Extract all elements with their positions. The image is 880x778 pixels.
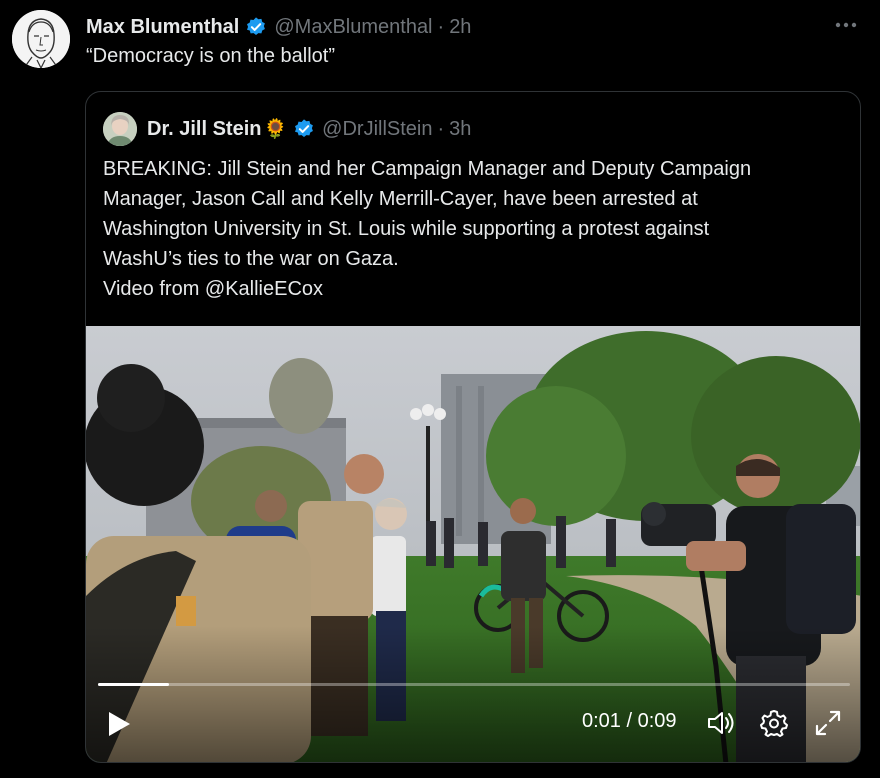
- sunflower-emoji: 🌻: [263, 119, 288, 140]
- video-player[interactable]: 0:01 / 0:09: [86, 326, 860, 762]
- quoted-text-line: Video from @KallieECox: [103, 274, 848, 304]
- quoted-text-line: WashU’s ties to the war on Gaza.: [103, 248, 399, 270]
- video-progress-bar[interactable]: [98, 683, 850, 686]
- quoted-tweet-text: BREAKING: Jill Stein and her Campaign Ma…: [103, 154, 848, 304]
- quoted-text-line: Manager, Jason Call and Kelly Merrill-Ca…: [103, 188, 698, 210]
- quoted-tweet-timestamp[interactable]: 3h: [449, 118, 471, 141]
- tweet-timestamp[interactable]: 2h: [449, 16, 471, 39]
- quoted-author-name[interactable]: Dr. Jill Stein: [147, 118, 261, 141]
- quoted-tweet-card[interactable]: Dr. Jill Stein 🌻 @DrJillStein · 3h BREAK…: [85, 91, 861, 763]
- verified-badge-icon: [247, 17, 266, 35]
- quoted-text-line: BREAKING: Jill Stein and her Campaign Ma…: [103, 158, 752, 180]
- separator-dot: ·: [437, 117, 445, 140]
- current-time: 0:01: [582, 710, 621, 732]
- quoted-author-avatar[interactable]: [103, 112, 137, 146]
- video-progress-fill: [98, 683, 170, 686]
- settings-gear-icon[interactable]: [759, 708, 789, 738]
- verified-badge-icon: [295, 119, 314, 137]
- author-name[interactable]: Max Blumenthal: [86, 16, 239, 39]
- tweet-text: “Democracy is on the ballot”: [86, 45, 335, 67]
- quoted-tweet-header: Dr. Jill Stein 🌻 @DrJillStein · 3h: [103, 112, 471, 146]
- play-icon[interactable]: [106, 710, 132, 738]
- time-separator: /: [626, 710, 633, 732]
- video-frame: [86, 326, 860, 762]
- fullscreen-icon[interactable]: [813, 708, 843, 738]
- video-timecode: 0:01 / 0:09: [582, 710, 677, 733]
- author-handle[interactable]: @MaxBlumenthal: [274, 16, 432, 39]
- volume-icon[interactable]: [706, 708, 736, 738]
- quoted-author-handle[interactable]: @DrJillStein: [322, 118, 432, 141]
- author-avatar[interactable]: [12, 10, 70, 68]
- duration: 0:09: [637, 710, 677, 732]
- separator-dot: ·: [437, 15, 445, 38]
- quoted-text-line: Washington University in St. Louis while…: [103, 218, 710, 240]
- video-credit-text[interactable]: Video from @KallieECox: [103, 278, 323, 300]
- tweet-header: Max Blumenthal @MaxBlumenthal · 2h: [86, 12, 471, 42]
- more-options-icon[interactable]: [832, 14, 860, 36]
